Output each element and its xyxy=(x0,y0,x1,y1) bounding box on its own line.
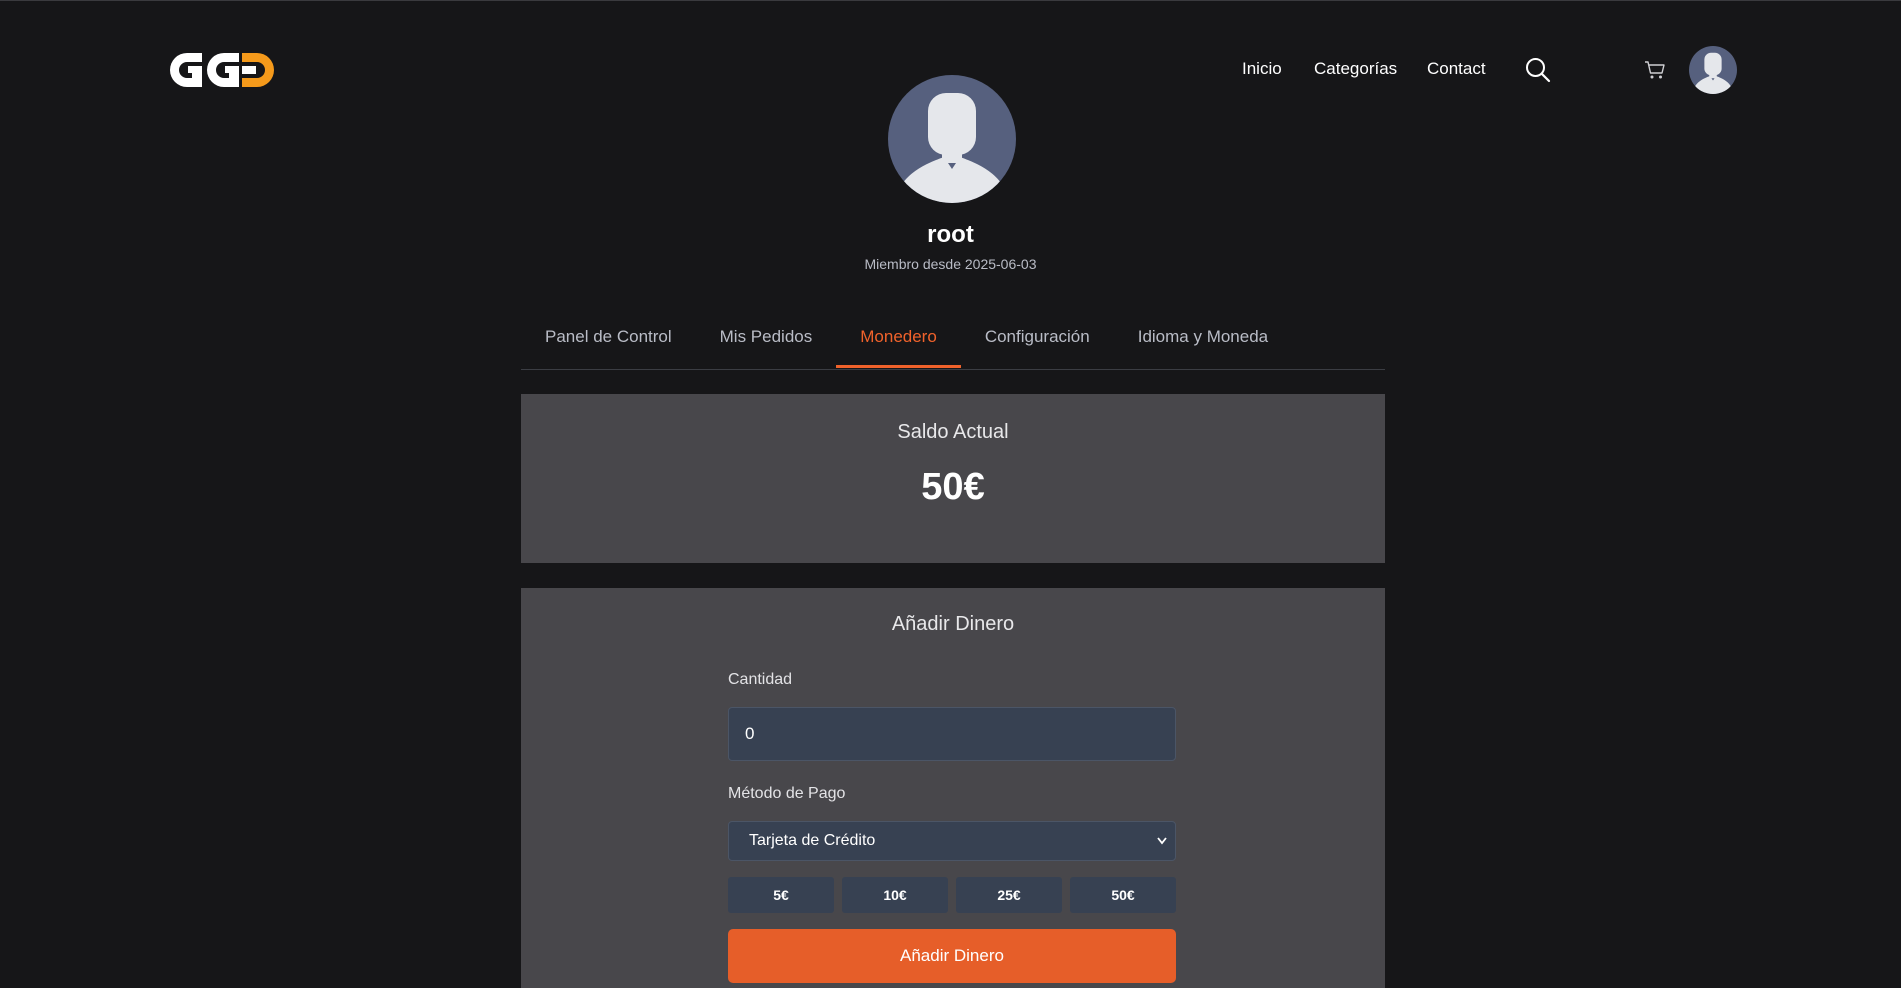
profile-tabs: Panel de Control Mis Pedidos Monedero Co… xyxy=(521,311,1385,370)
nav-link-categorias[interactable]: Categorías xyxy=(1314,59,1397,79)
quick-amounts: 5€ 10€ 25€ 50€ xyxy=(728,877,1176,913)
profile-avatar xyxy=(888,75,1016,203)
payment-method-value: Tarjeta de Crédito xyxy=(749,832,876,849)
quick-amount-10-button[interactable]: 10€ xyxy=(842,877,948,913)
username: root xyxy=(927,221,974,248)
logo[interactable] xyxy=(168,51,276,89)
tab-idioma-y-moneda[interactable]: Idioma y Moneda xyxy=(1114,311,1292,368)
balance-title: Saldo Actual xyxy=(897,421,1009,443)
add-money-button[interactable]: Añadir Dinero xyxy=(728,929,1176,983)
balance-value: 50€ xyxy=(921,466,985,508)
user-avatar-icon[interactable] xyxy=(1689,46,1737,94)
nav-link-inicio[interactable]: Inicio xyxy=(1242,59,1282,79)
quick-amount-50-button[interactable]: 50€ xyxy=(1070,877,1176,913)
tab-mis-pedidos[interactable]: Mis Pedidos xyxy=(696,311,837,368)
cart-icon[interactable] xyxy=(1644,60,1666,80)
member-since: Miembro desde 2025-06-03 xyxy=(864,256,1037,272)
tab-panel-de-control[interactable]: Panel de Control xyxy=(521,311,696,368)
tab-monedero[interactable]: Monedero xyxy=(836,311,961,368)
search-icon[interactable] xyxy=(1525,57,1551,83)
quick-amount-5-button[interactable]: 5€ xyxy=(728,877,834,913)
payment-method-select[interactable]: Tarjeta de Crédito xyxy=(728,821,1176,861)
amount-label: Cantidad xyxy=(728,671,793,688)
add-money-title: Añadir Dinero xyxy=(891,613,1015,635)
quick-amount-25-button[interactable]: 25€ xyxy=(956,877,1062,913)
nav-link-contact[interactable]: Contact xyxy=(1427,59,1486,79)
amount-input[interactable]: 0 xyxy=(728,707,1176,761)
tab-configuracion[interactable]: Configuración xyxy=(961,311,1114,368)
balance-card: Saldo Actual 50€ xyxy=(521,394,1385,563)
add-money-card: Añadir Dinero Cantidad 0 Método de Pago … xyxy=(521,588,1385,988)
chevron-down-icon xyxy=(1157,822,1167,875)
payment-method-label: Método de Pago xyxy=(728,785,846,802)
